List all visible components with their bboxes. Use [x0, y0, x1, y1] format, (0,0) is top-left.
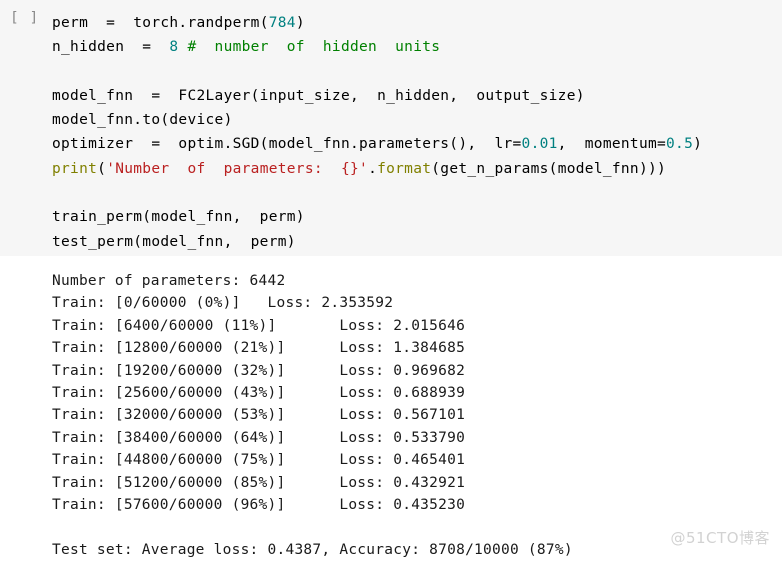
code-token-plain: optimizer = optim.SGD(model_fnn.paramete…: [52, 136, 522, 153]
output-line-train: Train: [6400/60000 (11%)] Loss: 2.015646: [52, 317, 466, 334]
code-token-num: 0.5: [666, 136, 694, 153]
code-line: n_hidden = 8 # number of hidden units: [52, 35, 782, 59]
code-line: model_fnn.to(device): [52, 108, 782, 132]
output-line-train: Train: [12800/60000 (21%)] Loss: 1.38468…: [52, 340, 466, 357]
code-cell[interactable]: [ ] perm = torch.randperm(784) n_hidden =…: [0, 0, 782, 256]
code-token-plain: , momentum=: [557, 136, 667, 153]
code-line: model_fnn = FC2Layer(input_size, n_hidde…: [52, 84, 782, 108]
code-token-plain: to(device): [142, 112, 233, 129]
code-token-str: 'Number of parameters: {}': [106, 160, 369, 177]
output-line-train: Train: [57600/60000 (96%)] Loss: 0.43523…: [52, 496, 466, 513]
code-token-com: # number of hidden units: [187, 39, 441, 56]
output-line-train: Train: [44800/60000 (75%)] Loss: 0.46540…: [52, 452, 466, 469]
cell-execution-prompt[interactable]: [ ]: [10, 10, 39, 26]
output-line-train: Train: [19200/60000 (32%)] Loss: 0.96968…: [52, 362, 466, 379]
code-token-fn: print: [52, 160, 98, 177]
code-token-plain: ): [295, 15, 305, 31]
output-line-train: Train: [51200/60000 (85%)] Loss: 0.43292…: [52, 474, 466, 491]
code-token-num: 0.01: [521, 136, 558, 153]
code-token-plain: test_perm(model_fnn, perm): [52, 233, 296, 250]
code-line: optimizer = optim.SGD(model_fnn.paramete…: [52, 132, 782, 156]
code-token-num: 784: [268, 15, 296, 31]
output-line-train: Train: [0/60000 (0%)] Loss: 2.353592: [52, 295, 394, 312]
watermark-label: @51CTO博客: [670, 529, 770, 547]
code-token-plain: .: [368, 160, 378, 177]
code-token-plain: randperm: [187, 15, 260, 31]
code-line: train_perm(model_fnn, perm): [52, 205, 782, 229]
code-token-plain: (: [97, 160, 107, 177]
code-token-plain: (get_n_params(model_fnn))): [431, 160, 667, 177]
code-token-plain: perm = torch.: [52, 15, 188, 31]
code-token-plain: (: [259, 15, 269, 31]
code-line: perm = torch.randperm(784): [52, 11, 782, 35]
output-line-params: Number of parameters: 6442: [52, 273, 286, 289]
code-token-plain: train_perm(model_fnn, perm): [52, 209, 305, 226]
code-token-plain: ): [693, 136, 703, 153]
code-token-fn: format: [377, 160, 432, 177]
output-line-train: Train: [25600/60000 (43%)] Loss: 0.68893…: [52, 384, 466, 401]
output-stream: Number of parameters: 6442 Train: [0/6000…: [52, 270, 782, 561]
code-token-plain: n_hidden =: [52, 39, 170, 56]
code-line: test_perm(model_fnn, perm): [52, 230, 782, 254]
code-token-plain: model_fnn.: [52, 112, 143, 129]
code-editor[interactable]: perm = torch.randperm(784) n_hidden = 8 #…: [52, 8, 782, 254]
output-line-train: Train: [32000/60000 (53%)] Loss: 0.56710…: [52, 407, 466, 424]
cell-output: Number of parameters: 6442 Train: [0/6000…: [0, 256, 782, 561]
code-line: print('Number of parameters: {}'.format(…: [52, 157, 782, 181]
code-token-plain: model_fnn = FC2Layer(input_size, n_hidde…: [52, 87, 585, 104]
output-line-train: Train: [38400/60000 (64%)] Loss: 0.53379…: [52, 429, 466, 446]
